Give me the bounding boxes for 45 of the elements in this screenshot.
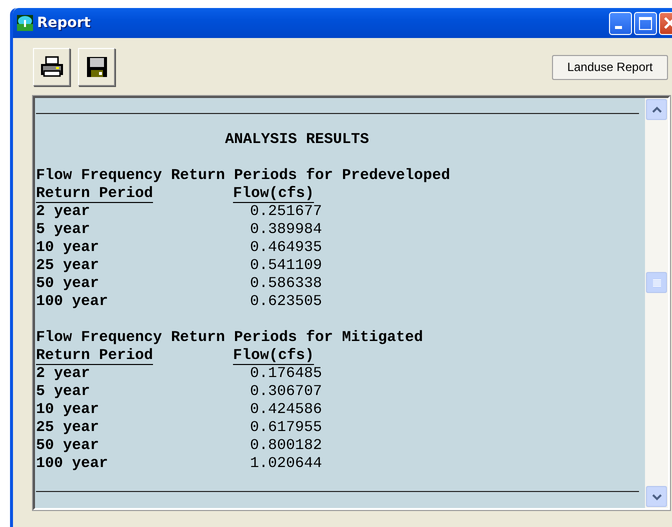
period-cell-text: 25 year (36, 257, 100, 275)
column-header-text: Return Period (36, 185, 154, 203)
flow-cell-text: 0.251677 (249, 203, 322, 221)
period-cell-text: 25 year (36, 419, 100, 437)
scroll-up-button[interactable] (646, 99, 667, 120)
period-cell-text: 50 year (36, 275, 100, 293)
section-heading: Flow Frequency Return Periods for Mitigated (36, 329, 424, 347)
flow-cell-text: 0.800182 (249, 437, 322, 455)
window-title: Report (37, 15, 91, 31)
period-cell-text: 100 year (36, 293, 110, 311)
period-cell-text: 5 year (36, 221, 92, 239)
period-cell-text: 10 year (36, 401, 100, 419)
minimize-icon (615, 26, 622, 28)
flow-cell-text: 0.176485 (249, 365, 322, 383)
flow-cell-text: 0.389984 (249, 221, 322, 239)
column-header-text: Flow(cfs) (233, 185, 314, 203)
column-header-text: Flow(cfs) (233, 347, 314, 365)
save-button[interactable] (78, 48, 115, 86)
period-cell-text: 5 year (36, 383, 92, 401)
grip-icon (652, 278, 660, 286)
flow-cell-text: 1.020644 (249, 455, 322, 473)
minimize-button[interactable] (609, 12, 632, 34)
print-button[interactable] (33, 48, 70, 86)
maximize-button[interactable] (634, 12, 657, 34)
period-cell-text: 100 year (36, 455, 110, 473)
period-cell-text: 10 year (36, 239, 100, 257)
flow-cell-text: 0.306707 (249, 383, 322, 401)
flow-cell-text: 0.617955 (249, 419, 322, 437)
app-icon (17, 15, 33, 31)
flow-cell-text: 0.424586 (249, 401, 322, 419)
section-heading: Flow Frequency Return Periods for Predeveloped (36, 167, 452, 185)
period-cell-text: 50 year (36, 437, 100, 455)
scroll-down-button[interactable] (646, 486, 667, 507)
flow-cell-text: 0.541109 (249, 257, 322, 275)
column-header-text: Return Period (36, 347, 154, 365)
printer-icon (40, 56, 64, 78)
scrollbar[interactable] (645, 98, 668, 508)
report-title: ANALYSIS RESULTS (224, 131, 370, 149)
flow-cell-text: 0.586338 (249, 275, 322, 293)
flow-cell-text: 0.623505 (249, 293, 322, 311)
period-cell-text: 2 year (36, 365, 92, 383)
period-cell-text: 2 year (36, 203, 92, 221)
flow-cell-text: 0.464935 (249, 239, 322, 257)
scroll-thumb[interactable] (646, 272, 667, 293)
landuse-report-button[interactable]: Landuse Report (552, 54, 668, 80)
